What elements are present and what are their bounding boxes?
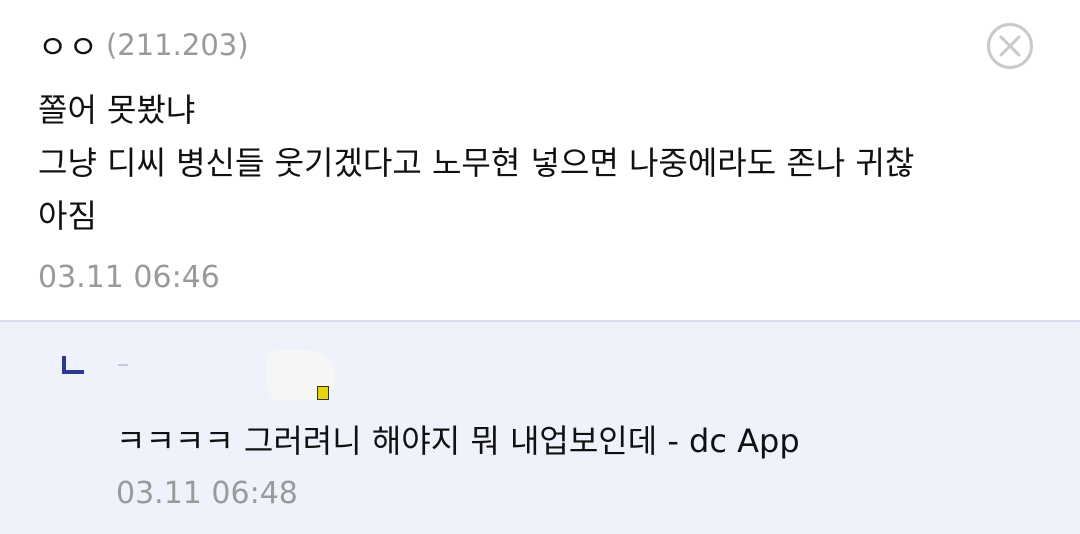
comment-timestamp: 03.11 06:46 [38,260,220,295]
reply-timestamp: 03.11 06:48 [116,476,298,511]
reply-author[interactable] [112,350,352,400]
comment-line: 쫄어 못봤냐 [38,91,196,129]
divider [118,364,128,366]
gallery-badge-icon [317,386,329,400]
reply-corner-icon [62,356,84,374]
comment-author: ㅇㅇ (211.203) [38,22,249,66]
comment: ㅇㅇ (211.203) 쫄어 못봤냐 그냥 디씨 병신들 웃기겠다고 노무현 … [0,0,1080,320]
reply-body: ㅋㅋㅋㅋ 그러려니 해야지 뭐 내업보인데 - dc App [116,422,800,460]
comment-line: 아짐 [38,197,97,235]
close-button[interactable] [986,22,1034,70]
author-nickname[interactable]: ㅇㅇ [38,28,99,66]
comment-body: 쫄어 못봤냐 그냥 디씨 병신들 웃기겠다고 노무현 넣으면 나중에라도 존나 … [38,84,1048,243]
close-circle-icon [987,23,1033,69]
comment-line: 그냥 디씨 병신들 웃기겠다고 노무현 넣으면 나중에라도 존나 귀찮 [38,144,915,182]
comment-thread: ㅇㅇ (211.203) 쫄어 못봤냐 그냥 디씨 병신들 웃기겠다고 노무현 … [0,0,1080,534]
author-ip: (211.203) [105,28,249,62]
